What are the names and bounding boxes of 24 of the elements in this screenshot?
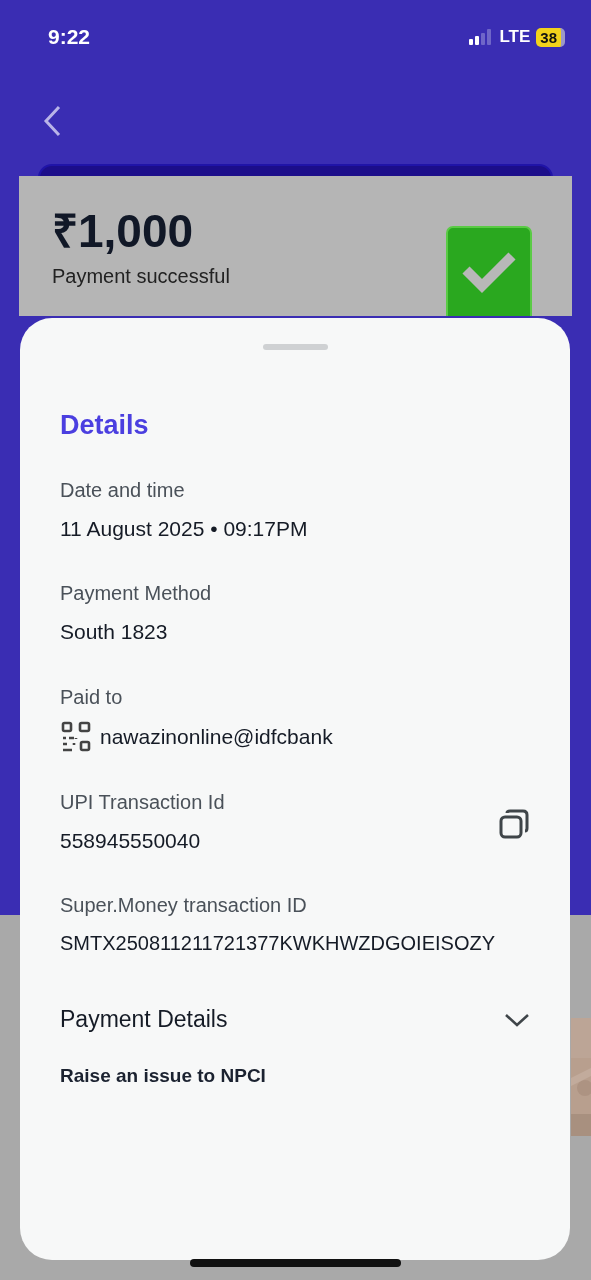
field-label: Date and time bbox=[60, 479, 186, 502]
drag-handle[interactable] bbox=[262, 344, 328, 350]
battery-level: 38 bbox=[536, 27, 565, 47]
field-value: SMTX250811211721377KWKHWZDGOIEISOZY bbox=[60, 931, 496, 957]
field-label: UPI Transaction Id bbox=[60, 790, 225, 814]
signal-icon bbox=[469, 29, 494, 45]
qr-code-icon bbox=[60, 720, 92, 753]
back-icon[interactable] bbox=[42, 104, 62, 138]
upi-id: nawazinonline@idfcbank bbox=[100, 723, 333, 750]
copy-icon[interactable] bbox=[498, 807, 530, 840]
field-value: South 1823 bbox=[60, 619, 169, 646]
payment-details-toggle[interactable]: Payment Details bbox=[60, 1006, 530, 1034]
raise-issue-link[interactable]: Raise an issue to NPCI bbox=[60, 1065, 530, 1088]
chevron-down-icon bbox=[504, 1011, 530, 1028]
field-label: Payment Method bbox=[60, 582, 212, 606]
clock: 9:22 bbox=[48, 25, 91, 49]
network-type: LTE bbox=[499, 27, 531, 47]
amount: ₹1,000 bbox=[52, 206, 195, 257]
sheet-title: Details bbox=[60, 410, 150, 441]
field-value: 11 August 2025 • 09:17PM bbox=[60, 516, 308, 542]
field-label: Paid to bbox=[60, 685, 124, 709]
transaction-id: 558945550040 bbox=[60, 827, 202, 854]
field-label: Super.Money transaction ID bbox=[60, 894, 308, 918]
payment-status: Payment successful bbox=[52, 264, 231, 288]
